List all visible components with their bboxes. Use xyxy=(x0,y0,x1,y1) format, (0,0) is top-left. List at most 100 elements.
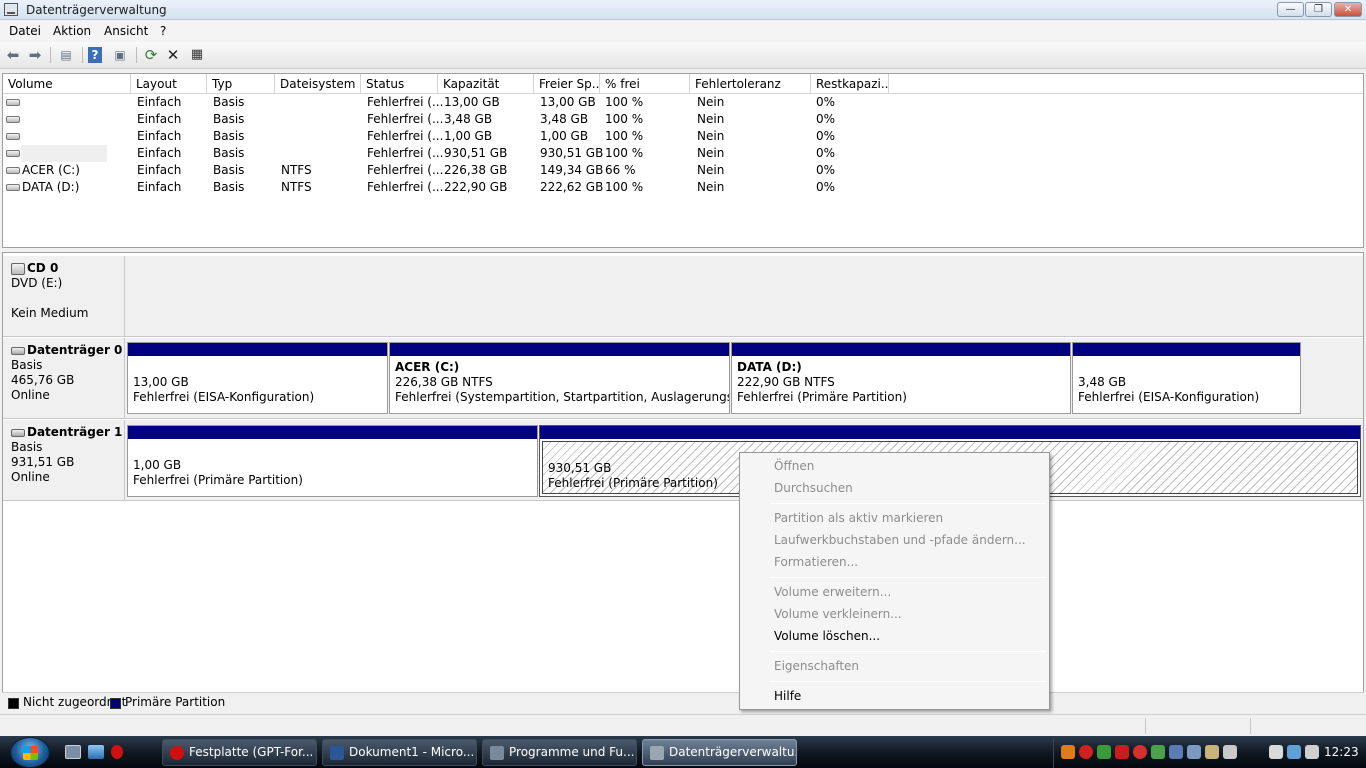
partition-eisa-13gb[interactable]: 13,00 GB Fehlerfrei (EISA-Konfiguration) xyxy=(127,342,388,414)
cell-volume xyxy=(22,111,127,128)
disk-info-disk0[interactable]: Datenträger 0 Basis 465,76 GB Online xyxy=(3,338,125,419)
menu-item-extend-volume[interactable]: Volume erweitern... xyxy=(774,583,891,601)
task-label: Dokument1 - Micro... xyxy=(349,745,475,759)
system-tray xyxy=(1053,738,1366,768)
disk-row-disk0: 13,00 GB Fehlerfrei (EISA-Konfiguration)… xyxy=(125,338,1363,419)
menu-datei[interactable]: Datei xyxy=(9,24,41,38)
partition-bar xyxy=(128,343,387,356)
tray-antivirus-icon[interactable] xyxy=(1079,745,1093,759)
cell-layout: Einfach xyxy=(137,146,182,160)
cell-kapazitaet: 930,51 GB xyxy=(444,146,508,160)
cell-dateisystem: NTFS xyxy=(281,163,312,177)
table-row[interactable]: DATA (D:) Einfach Basis NTFS Fehlerfrei … xyxy=(3,179,1363,196)
table-row[interactable]: Einfach Basis Fehlerfrei (... 1,00 GB 1,… xyxy=(3,128,1363,145)
minimize-button[interactable]: — xyxy=(1277,2,1304,17)
tray-power-icon[interactable] xyxy=(1269,745,1283,759)
partition-bar xyxy=(128,426,537,439)
cell-status: Fehlerfrei (... xyxy=(367,95,444,109)
menu-item-properties[interactable]: Eigenschaften xyxy=(774,657,859,675)
menu-item-format[interactable]: Formatieren... xyxy=(774,553,858,571)
table-row[interactable]: Einfach Basis Fehlerfrei (... 13,00 GB 1… xyxy=(3,94,1363,111)
menu-separator xyxy=(770,503,1046,504)
partition-eisa-3gb[interactable]: 3,48 GB Fehlerfrei (EISA-Konfiguration) xyxy=(1072,342,1301,414)
start-button[interactable] xyxy=(10,737,50,768)
menu-item-help[interactable]: Hilfe xyxy=(774,687,801,705)
partition-data-d[interactable]: DATA (D:) 222,90 GB NTFS Fehlerfrei (Pri… xyxy=(731,342,1071,414)
back-arrow-icon[interactable]: ⬅ xyxy=(4,46,22,64)
help-icon[interactable]: ? xyxy=(88,47,102,63)
clock[interactable]: 12:23 xyxy=(1324,745,1359,759)
table-row[interactable]: ACER (C:) Einfach Basis NTFS Fehlerfrei … xyxy=(3,162,1363,179)
column-header-dateisystem[interactable]: Dateisystem xyxy=(275,74,361,94)
show-desktop-icon[interactable] xyxy=(65,745,81,759)
partition-1gb[interactable]: 1,00 GB Fehlerfrei (Primäre Partition) xyxy=(127,425,538,497)
switch-windows-icon[interactable] xyxy=(88,745,104,759)
tray-device-icon[interactable] xyxy=(1187,745,1201,759)
taskbar-button-programs[interactable]: Programme und Fu... xyxy=(482,739,637,766)
taskbar-button-word[interactable]: Dokument1 - Micro... xyxy=(322,739,477,766)
column-header-volume[interactable]: Volume xyxy=(3,74,131,94)
disk-row-cd0 xyxy=(125,256,1363,337)
column-header-typ[interactable]: Typ xyxy=(207,74,275,94)
table-row[interactable]: Einfach Basis Fehlerfrei (... 3,48 GB 3,… xyxy=(3,111,1363,128)
cell-prozent: 100 % xyxy=(605,146,644,160)
volume-list: Volume Layout Typ Dateisystem Status Kap… xyxy=(2,73,1364,248)
partition-title xyxy=(133,360,387,375)
taskbar-button-opera[interactable]: Festplatte (GPT-For... xyxy=(162,739,317,766)
cell-volume: DATA (D:) xyxy=(22,180,80,194)
menu-help[interactable]: ? xyxy=(160,24,166,38)
properties-icon[interactable]: ▦ xyxy=(188,46,206,64)
taskbar-button-disk-management[interactable]: Datenträgerverwaltu... xyxy=(642,739,797,766)
disk-info-cd0[interactable]: CD 0 DVD (E:) Kein Medium xyxy=(3,256,125,337)
disk-info-disk1[interactable]: Datenträger 1 Basis 931,51 GB Online xyxy=(3,420,125,501)
cell-frei: 222,62 GB xyxy=(540,180,604,194)
cell-typ: Basis xyxy=(213,163,245,177)
status-divider xyxy=(1250,718,1251,734)
cd-drive-letter: DVD (E:) xyxy=(11,276,63,290)
menu-item-change-drive-letter[interactable]: Laufwerkbuchstaben und -pfade ändern... xyxy=(774,531,1026,549)
tray-volume-icon[interactable] xyxy=(1305,745,1319,759)
tray-mouse-icon[interactable] xyxy=(1223,745,1237,759)
close-button[interactable]: ✕ xyxy=(1334,2,1362,17)
window-title: Datenträgerverwaltung xyxy=(26,3,167,17)
column-header-status[interactable]: Status xyxy=(361,74,438,94)
column-header-freier-speicher[interactable]: Freier Sp... xyxy=(534,74,600,94)
forward-arrow-icon[interactable]: ➡ xyxy=(26,46,44,64)
tray-lan-icon[interactable] xyxy=(1287,745,1301,759)
column-header-fehlertoleranz[interactable]: Fehlertoleranz xyxy=(690,74,811,94)
column-header-layout[interactable]: Layout xyxy=(131,74,207,94)
disk-name: Datenträger 0 xyxy=(27,343,123,357)
column-header-restkapazitaet[interactable]: Restkapazi... xyxy=(811,74,889,94)
tray-check-icon[interactable] xyxy=(1097,745,1111,759)
show-hide-tree-icon[interactable]: ▤ xyxy=(57,46,75,64)
menu-item-shrink-volume[interactable]: Volume verkleinern... xyxy=(774,605,902,623)
menu-item-delete-volume[interactable]: Volume löschen... xyxy=(774,627,880,645)
properties-view-icon[interactable]: ▣ xyxy=(111,46,129,64)
cell-rest: 0% xyxy=(816,146,836,160)
tray-update-icon[interactable] xyxy=(1169,745,1183,759)
menu-item-browse[interactable]: Durchsuchen xyxy=(774,479,853,497)
tray-acrobat-icon[interactable] xyxy=(1115,745,1129,759)
refresh-icon[interactable]: ⟳ xyxy=(142,46,160,64)
partition-acer-c[interactable]: ACER (C:) 226,38 GB NTFS Fehlerfrei (Sys… xyxy=(389,342,730,414)
tray-hand-icon[interactable] xyxy=(1205,745,1219,759)
partition-size: 222,90 GB NTFS xyxy=(737,375,835,389)
partition-status: Fehlerfrei (EISA-Konfiguration) xyxy=(1078,390,1260,404)
cell-prozent: 100 % xyxy=(605,180,644,194)
disk-size: 465,76 GB xyxy=(11,373,75,387)
tray-app-icon[interactable] xyxy=(1061,745,1075,759)
opera-quicklaunch-icon[interactable] xyxy=(111,745,123,759)
cell-fehlertoleranz: Nein xyxy=(697,129,725,143)
delete-icon[interactable]: ✕ xyxy=(164,46,182,64)
menu-aktion[interactable]: Aktion xyxy=(53,24,91,38)
column-header-kapazitaet[interactable]: Kapazität xyxy=(438,74,534,94)
table-row[interactable]: Einfach Basis Fehlerfrei (... 930,51 GB … xyxy=(3,145,1363,162)
tray-network-icon[interactable] xyxy=(1151,745,1165,759)
cell-prozent: 100 % xyxy=(605,129,644,143)
menu-item-mark-active[interactable]: Partition als aktiv markieren xyxy=(774,509,943,527)
menu-item-open[interactable]: Öffnen xyxy=(774,457,814,475)
tray-security-icon[interactable] xyxy=(1133,745,1147,759)
maximize-button[interactable]: ❐ xyxy=(1305,2,1332,17)
menu-ansicht[interactable]: Ansicht xyxy=(104,24,148,38)
column-header-prozent-frei[interactable]: % frei xyxy=(600,74,690,94)
